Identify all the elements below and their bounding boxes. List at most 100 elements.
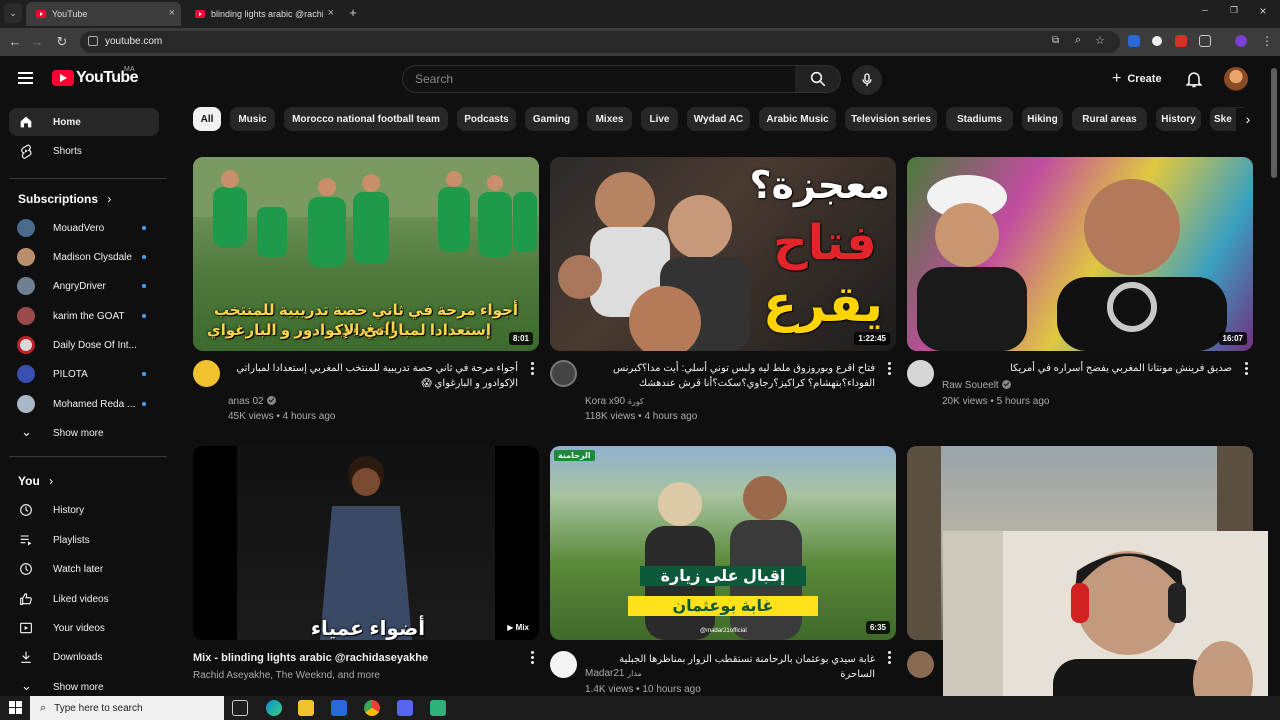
forward-icon[interactable]: → [28,34,46,49]
sidebar-item-subscription[interactable]: MouadVero [9,214,159,242]
video-title[interactable]: أجواء مرحة في ثاني حصة تدريبية للمنتخب ا… [228,361,518,391]
channel-avatar[interactable] [907,651,934,678]
sidebar-item-shorts[interactable]: Shorts [9,137,159,165]
zoom-icon[interactable]: ⌕ [1075,34,1081,47]
channel-name[interactable]: Raw Soueelt [942,380,1011,391]
chip-podcasts[interactable]: Podcasts [457,107,516,131]
chip-all[interactable]: All [193,107,221,131]
file-explorer-icon[interactable] [298,700,314,716]
subscriptions-heading[interactable]: Subscriptions › [18,192,111,206]
more-options-icon[interactable] [1243,362,1249,376]
chip-morocco-national-football-team[interactable]: Morocco national football team [284,107,448,131]
chips-next-arrow-icon[interactable]: › [1236,108,1260,132]
youtube-logo-icon[interactable] [52,70,74,86]
sidebar-item-subscription[interactable]: karim the GOAT [9,302,159,330]
video-thumbnail[interactable]: أضواء عمياء ▶︎ Mix [193,446,539,640]
sidebar-item-subscription[interactable]: PILOTA [9,360,159,388]
minimize-window-icon[interactable]: – [1196,5,1214,16]
extensions-puzzle-icon[interactable] [1199,35,1211,47]
chip-history[interactable]: History [1156,107,1201,131]
video-card[interactable]: معجزة؟ فتاح يقرع 1:22:45 فتاح اقرع وبورو… [550,157,896,427]
you-heading[interactable]: You › [18,474,53,488]
close-window-icon[interactable]: × [1254,4,1272,18]
chip-wydad-ac[interactable]: Wydad AC [687,107,750,131]
profile-avatar-icon[interactable] [1235,35,1247,47]
back-icon[interactable]: ← [6,34,24,49]
site-info-icon[interactable] [88,36,98,46]
install-app-icon[interactable]: ⧉ [1052,35,1059,46]
video-title[interactable]: فتاح اقرع وبوروزوق ملط ليه ولبس توني أسل… [585,361,875,391]
restore-window-icon[interactable]: ❐ [1225,5,1243,16]
browser-tab-youtube[interactable]: YouTube × [26,2,181,26]
video-card[interactable]: 16:07 صديق فرينش مونتانا المغربي يفضح أس… [907,157,1253,427]
video-card[interactable]: أضواء عمياء ▶︎ Mix Mix - blinding lights… [193,446,539,696]
more-options-icon[interactable] [529,651,535,665]
channel-avatar[interactable] [550,651,577,678]
video-thumbnail[interactable]: 16:07 [907,157,1253,351]
notifications-bell-icon[interactable] [1184,69,1204,89]
search-box[interactable] [402,65,796,93]
sidebar-item-downloads[interactable]: Downloads [9,643,159,671]
channel-avatar[interactable] [550,360,577,387]
channel-name[interactable]: anas 02 [228,396,276,407]
discord-icon[interactable] [397,700,413,716]
channel-name[interactable]: Kora x90 كورة [585,396,644,407]
video-title[interactable]: صديق فرينش مونتانا المغربي يفضح أسراره ف… [942,361,1232,376]
more-options-icon[interactable] [886,651,892,665]
sidebar-item-your-videos[interactable]: Your videos [9,614,159,642]
close-tab-icon[interactable]: × [328,7,334,19]
browser-menu-icon[interactable]: ⋮ [1258,34,1276,48]
chip-gaming[interactable]: Gaming [525,107,578,131]
address-bar[interactable]: youtube.com ⧉ ⌕ ☆ [80,31,1120,53]
tab-search-button[interactable]: ⌄ [4,3,22,23]
sidebar-item-subscription[interactable]: Mohamed Reda ... [9,390,159,418]
more-options-icon[interactable] [886,362,892,376]
sidebar-item-subscription[interactable]: Daily Dose Of Int... [9,331,159,359]
video-thumbnail[interactable]: أجواء مرحة في ثاني حصة تدريبية للمنتخب ا… [193,157,539,351]
video-card[interactable]: الرحامنة إقبال على زيارة غابة بوعثمان @m… [550,446,896,696]
create-button[interactable]: + Create [1104,66,1174,92]
page-scrollbar[interactable] [1268,56,1280,696]
search-button[interactable] [795,65,841,93]
show-more-you[interactable]: ⌄ Show more [9,673,159,696]
video-card[interactable]: أجواء مرحة في ثاني حصة تدريبية للمنتخب ا… [193,157,539,427]
video-thumbnail[interactable]: الرحامنة إقبال على زيارة غابة بوعثمان @m… [550,446,896,640]
extension-red-icon[interactable] [1175,35,1187,47]
show-more-subscriptions[interactable]: ⌄ Show more [9,419,159,447]
close-tab-icon[interactable]: × [169,7,175,19]
translate-extension-icon[interactable] [1128,35,1140,47]
extension-icon[interactable] [1152,36,1162,46]
sidebar-item-history[interactable]: History [9,496,159,524]
chip-live[interactable]: Live [641,107,678,131]
search-input[interactable] [415,72,775,86]
video-title[interactable]: Mix - blinding lights arabic @rachidasey… [193,651,523,666]
sidebar-item-subscription[interactable]: AngryDriver [9,272,159,300]
channel-avatar[interactable] [907,360,934,387]
scrollbar-thumb[interactable] [1271,68,1277,178]
bookmark-star-icon[interactable]: ☆ [1095,34,1105,47]
channel-name[interactable]: Rachid Aseyakhe, The Weeknd, and more [193,670,380,681]
new-tab-button[interactable]: + [344,5,362,20]
reload-icon[interactable]: ↻ [53,34,71,50]
chip-mixes[interactable]: Mixes [587,107,632,131]
chip-hiking[interactable]: Hiking [1022,107,1063,131]
chip-television-series[interactable]: Television series [845,107,937,131]
sidebar-item-subscription[interactable]: Madison Clysdale [9,243,159,271]
edge-browser-icon[interactable] [266,700,282,716]
task-view-icon[interactable] [232,700,248,716]
sidebar-item-watch-later[interactable]: Watch later [9,555,159,583]
sidebar-item-playlists[interactable]: Playlists [9,526,159,554]
store-icon[interactable] [331,700,347,716]
channel-name[interactable]: Madar21 مدار [585,668,642,679]
chip-stadiums[interactable]: Stadiums [946,107,1013,131]
video-thumbnail[interactable]: معجزة؟ فتاح يقرع 1:22:45 [550,157,896,351]
channel-avatar[interactable] [193,360,220,387]
sidebar-item-home[interactable]: Home [9,108,159,136]
taskbar-search-box[interactable]: ⌕ Type here to search [30,696,224,720]
chip-music[interactable]: Music [230,107,275,131]
account-avatar[interactable] [1224,67,1248,91]
chip-arabic-music[interactable]: Arabic Music [759,107,836,131]
chip-rural-areas[interactable]: Rural areas [1072,107,1147,131]
more-options-icon[interactable] [529,362,535,376]
browser-tab-blinding-lights[interactable]: blinding lights arabic @rachida × [185,2,340,26]
